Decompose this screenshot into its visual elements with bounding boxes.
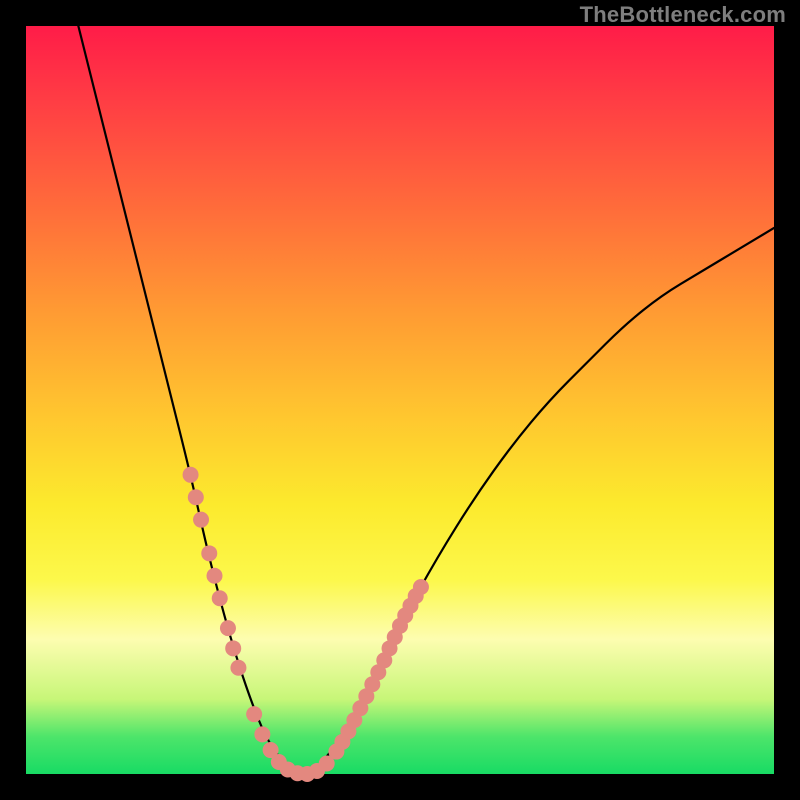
plot-area bbox=[26, 26, 774, 774]
data-marker bbox=[212, 590, 228, 606]
data-marker bbox=[225, 640, 241, 656]
data-marker bbox=[230, 660, 246, 676]
data-marker bbox=[188, 489, 204, 505]
data-marker bbox=[193, 512, 209, 528]
watermark-text: TheBottleneck.com bbox=[580, 2, 786, 28]
data-marker bbox=[220, 620, 236, 636]
data-marker bbox=[254, 726, 270, 742]
data-marker bbox=[207, 568, 223, 584]
chart-frame: TheBottleneck.com bbox=[0, 0, 800, 800]
data-marker bbox=[413, 579, 429, 595]
data-marker bbox=[201, 545, 217, 561]
data-marker bbox=[246, 706, 262, 722]
chart-svg bbox=[26, 26, 774, 774]
data-marker bbox=[183, 467, 199, 483]
marker-group bbox=[183, 467, 429, 782]
bottleneck-curve bbox=[78, 26, 774, 774]
